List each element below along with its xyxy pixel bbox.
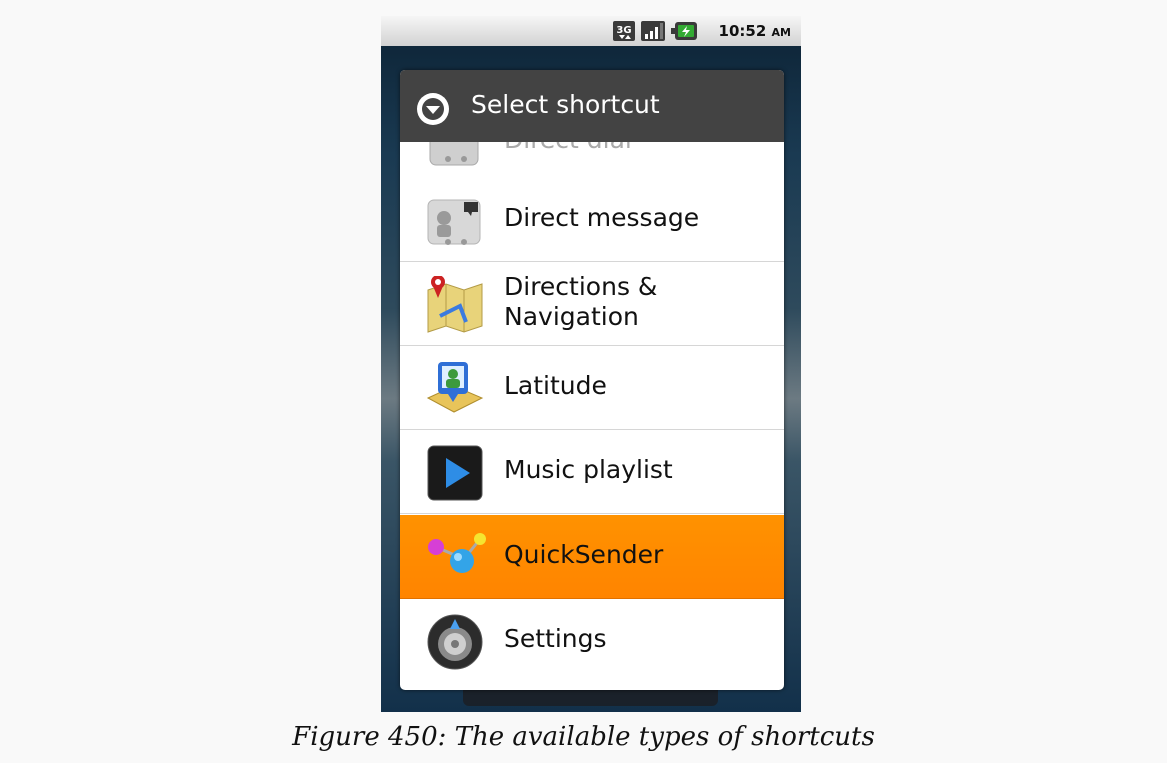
list-item-label: Music playlist xyxy=(504,455,673,484)
list-item-label: QuickSender xyxy=(504,540,664,569)
dialog-title: Select shortcut xyxy=(471,90,660,119)
dropdown-circle-icon xyxy=(416,92,450,130)
directions-navigation-icon xyxy=(426,275,484,334)
dialog-header: Select shortcut xyxy=(400,70,784,143)
list-item-label: Latitude xyxy=(504,371,607,400)
direct-message-icon xyxy=(426,192,484,250)
list-item-label: Direct message xyxy=(504,203,700,232)
list-item-label: Directions & Navigation xyxy=(504,272,658,331)
battery-charging-icon xyxy=(671,21,697,45)
list-item-settings[interactable]: Settings xyxy=(400,599,784,683)
quicksender-icon xyxy=(426,529,486,587)
list-item-music-playlist[interactable]: Music playlist xyxy=(400,430,784,514)
list-item-label: Direct dial xyxy=(504,142,632,155)
list-item-directions-navigation[interactable]: Directions & Navigation xyxy=(400,262,784,346)
figure-caption: Figure 450: The available types of short… xyxy=(292,722,875,752)
list-item-label: Settings xyxy=(504,624,607,653)
latitude-icon xyxy=(426,360,484,418)
settings-icon xyxy=(426,613,484,671)
select-shortcut-dialog: Select shortcut Direct dial Direct messa… xyxy=(400,70,784,690)
3g-icon: 3G xyxy=(613,21,635,45)
list-item-latitude[interactable]: Latitude xyxy=(400,346,784,430)
clock: 10:52 AM xyxy=(718,22,791,40)
shortcut-list[interactable]: Direct dial Direct message Directions &N… xyxy=(400,142,784,690)
status-bar: 3G 10:52 AM xyxy=(381,16,801,46)
svg-text:3G: 3G xyxy=(616,25,631,36)
list-item-quicksender[interactable]: QuickSender xyxy=(400,515,784,599)
list-item-direct-message[interactable]: Direct message xyxy=(400,178,784,262)
signal-bars-icon xyxy=(641,21,665,45)
direct-dial-icon xyxy=(426,142,484,169)
list-item-direct-dial[interactable]: Direct dial xyxy=(400,142,784,179)
music-playlist-icon xyxy=(426,444,484,502)
